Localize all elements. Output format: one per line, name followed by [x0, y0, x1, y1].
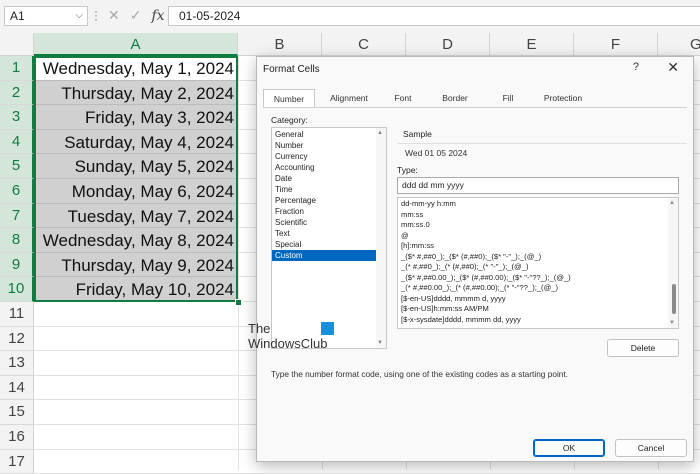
- scroll-up-icon[interactable]: ▲: [669, 200, 675, 206]
- scroll-up-icon[interactable]: ▲: [377, 130, 383, 136]
- category-item[interactable]: Number: [272, 140, 386, 151]
- row-header-12[interactable]: 12: [0, 326, 34, 352]
- format-code-item[interactable]: mm:ss: [398, 210, 678, 221]
- category-list[interactable]: General Number Currency Accounting Date Time P…: [271, 127, 387, 349]
- row-header-6[interactable]: 6: [0, 179, 34, 204]
- category-item[interactable]: Text: [272, 228, 386, 239]
- category-item[interactable]: Time: [272, 184, 386, 195]
- row-header-3[interactable]: 3: [0, 105, 34, 130]
- category-item[interactable]: Percentage: [272, 195, 386, 206]
- category-label: Category:: [271, 115, 308, 125]
- cell-a2[interactable]: Thursday, May 2, 2024: [34, 80, 238, 106]
- ok-button[interactable]: OK: [533, 439, 605, 457]
- more-options-icon[interactable]: · · ·: [94, 5, 98, 25]
- category-item[interactable]: Accounting: [272, 162, 386, 173]
- insert-function-icon[interactable]: fx: [151, 8, 164, 24]
- scroll-down-icon[interactable]: ▼: [669, 320, 675, 326]
- column-header-e[interactable]: E: [490, 33, 574, 56]
- enter-icon[interactable]: ✓: [130, 7, 142, 23]
- format-code-item[interactable]: _($* #,##0.00_);_($* (#,##0.00);_($* "-"…: [398, 273, 678, 284]
- category-item[interactable]: Scientific: [272, 217, 386, 228]
- format-code-item[interactable]: [$-en-US]h:mm:ss AM/PM: [398, 304, 678, 315]
- row-header-7[interactable]: 7: [0, 203, 34, 229]
- row-header-11[interactable]: 11: [0, 302, 34, 327]
- column-header-d[interactable]: D: [406, 33, 490, 56]
- format-code-item[interactable]: @: [398, 231, 678, 242]
- format-list-scrollbar[interactable]: ▲ ▼: [668, 198, 678, 328]
- row-header-16[interactable]: 16: [0, 425, 34, 450]
- format-code-item[interactable]: _($* #,##0_);_($* (#,##0);_($* "-"_);_(@…: [398, 252, 678, 263]
- row-header-1[interactable]: 1: [0, 56, 34, 81]
- tab-border[interactable]: Border: [427, 89, 483, 107]
- row-header-13[interactable]: 13: [0, 351, 34, 376]
- tab-font[interactable]: Font: [379, 89, 427, 107]
- column-header-c[interactable]: C: [322, 33, 406, 56]
- scroll-thumb[interactable]: [672, 284, 676, 314]
- row-header-4[interactable]: 4: [0, 129, 34, 155]
- cancel-button[interactable]: Cancel: [615, 439, 687, 457]
- column-header-a[interactable]: A: [34, 33, 238, 56]
- row-header-14[interactable]: 14: [0, 375, 34, 401]
- tab-protection[interactable]: Protection: [533, 89, 593, 107]
- format-code-list[interactable]: dd-mm-yy h:mm mm:ss mm:ss.0 @ [h]:mm:ss _($* …: [397, 197, 679, 329]
- name-box[interactable]: A1 ⌵: [4, 6, 88, 26]
- formula-actions: ✕ ✓ fx: [108, 7, 175, 24]
- category-scrollbar[interactable]: ▲ ▼: [376, 128, 386, 348]
- select-all-corner[interactable]: [0, 33, 34, 56]
- chevron-down-icon[interactable]: ⌵: [75, 7, 83, 25]
- help-text: Type the number format code, using one o…: [271, 369, 569, 379]
- row-header-10[interactable]: 10: [0, 277, 34, 302]
- row-header-9[interactable]: 9: [0, 252, 34, 278]
- cell-a7[interactable]: Tuesday, May 7, 2024: [34, 203, 238, 229]
- format-code-item[interactable]: _(* #,##0.00_);_(* (#,##0.00);_(* "-"??_…: [398, 283, 678, 294]
- tab-number[interactable]: Number: [263, 89, 315, 107]
- type-label: Type:: [397, 165, 418, 175]
- format-code-item[interactable]: mm:ss.0: [398, 220, 678, 231]
- help-icon[interactable]: ?: [633, 61, 639, 73]
- sample-label: Sample: [403, 129, 432, 139]
- category-item[interactable]: General: [272, 129, 386, 140]
- cell-a9[interactable]: Thursday, May 9, 2024: [34, 252, 238, 278]
- row-header-5[interactable]: 5: [0, 154, 34, 179]
- category-item[interactable]: Custom: [272, 250, 386, 261]
- format-code-item[interactable]: _(* #,##0_);_(* (#,##0);_(* "-"_);_(@_): [398, 262, 678, 273]
- format-code-item[interactable]: [$-en-US]dddd, mmmm d, yyyy: [398, 294, 678, 305]
- cell-a10[interactable]: Friday, May 10, 2024: [34, 277, 238, 302]
- column-header-f[interactable]: F: [574, 33, 658, 56]
- cell-a8[interactable]: Wednesday, May 8, 2024: [34, 228, 238, 253]
- name-box-value: A1: [10, 9, 25, 23]
- type-input[interactable]: ddd dd mm yyyy: [397, 177, 679, 194]
- row-header-2[interactable]: 2: [0, 80, 34, 106]
- formula-bar: A1 ⌵ · · · ✕ ✓ fx 01-05-2024: [0, 0, 700, 34]
- sample-value: Wed 01 05 2024: [397, 143, 687, 163]
- category-item[interactable]: Currency: [272, 151, 386, 162]
- fill-handle[interactable]: [235, 299, 242, 306]
- category-item[interactable]: Fraction: [272, 206, 386, 217]
- formula-input[interactable]: 01-05-2024: [168, 6, 700, 26]
- format-code-item[interactable]: [h]:mm:ss: [398, 241, 678, 252]
- cancel-icon[interactable]: ✕: [108, 7, 120, 23]
- category-item[interactable]: Special: [272, 239, 386, 250]
- cell-a1[interactable]: Wednesday, May 1, 2024: [34, 56, 238, 81]
- cell-a3[interactable]: Friday, May 3, 2024: [34, 105, 238, 130]
- row-header-8[interactable]: 8: [0, 228, 34, 253]
- format-code-item[interactable]: dd-mm-yy h:mm: [398, 199, 678, 210]
- column-header-b[interactable]: B: [238, 33, 322, 56]
- close-icon[interactable]: ✕: [667, 59, 679, 76]
- format-cells-dialog: Format Cells ? ✕ Number Alignment Font B…: [256, 56, 694, 462]
- dialog-tabs: Number Alignment Font Border Fill Protec…: [263, 89, 683, 107]
- format-code-item[interactable]: [$-x-sysdate]dddd, mmmm dd, yyyy: [398, 315, 678, 326]
- cell-a4[interactable]: Saturday, May 4, 2024: [34, 129, 238, 155]
- delete-button[interactable]: Delete: [607, 339, 679, 357]
- category-item[interactable]: Date: [272, 173, 386, 184]
- dialog-title: Format Cells: [263, 64, 320, 75]
- row-header-17[interactable]: 17: [0, 449, 34, 474]
- scroll-down-icon[interactable]: ▼: [377, 340, 383, 346]
- cell-a5[interactable]: Sunday, May 5, 2024: [34, 154, 238, 179]
- column-header-g[interactable]: G: [658, 33, 700, 56]
- tab-alignment[interactable]: Alignment: [321, 89, 377, 107]
- tab-fill[interactable]: Fill: [483, 89, 533, 107]
- row-header-15[interactable]: 15: [0, 400, 34, 425]
- cell-a6[interactable]: Monday, May 6, 2024: [34, 179, 238, 204]
